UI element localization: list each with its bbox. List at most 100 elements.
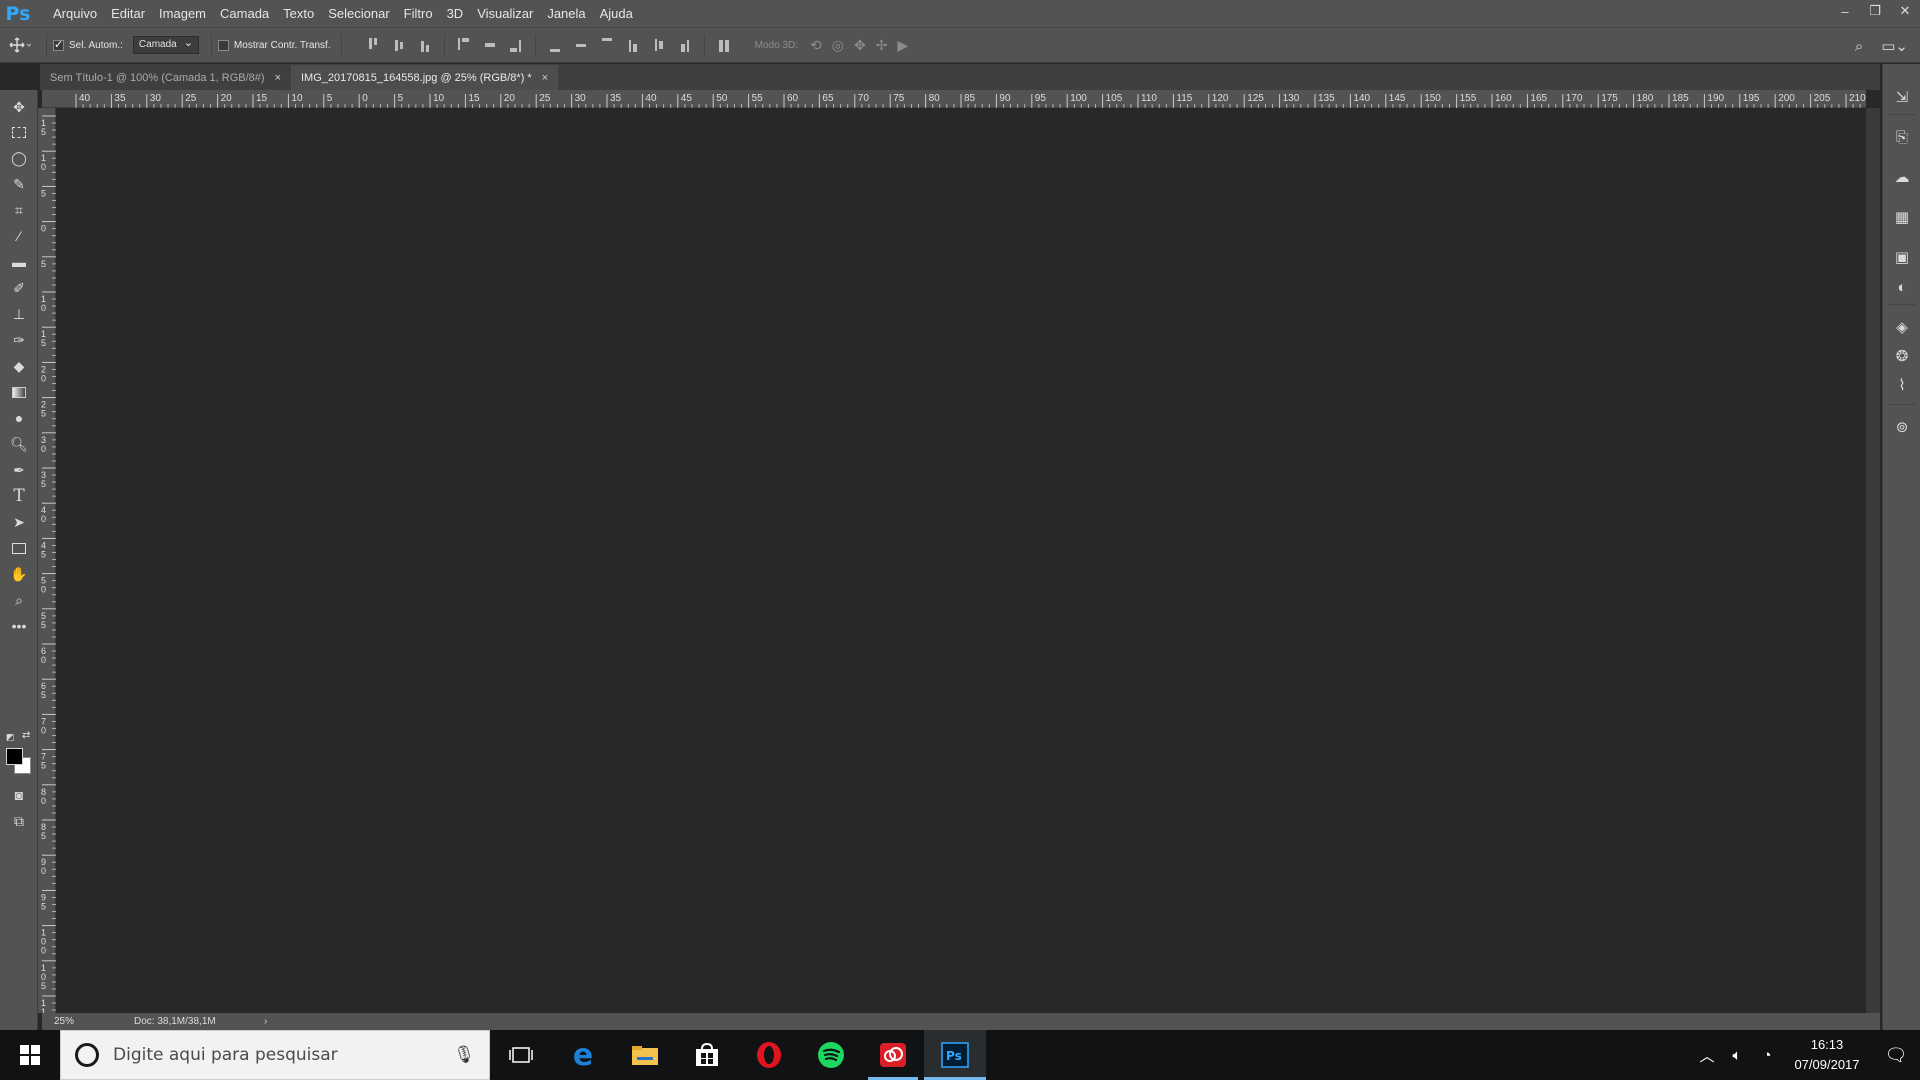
tab-img-20170815[interactable]: IMG_20170815_164558.jpg @ 25% (RGB/8*) *…: [291, 65, 559, 90]
screen-mode-icon[interactable]: ⧉: [7, 810, 31, 832]
distribute-top-icon[interactable]: [548, 38, 562, 52]
distribute-right-icon[interactable]: [678, 38, 692, 52]
align-top-icon[interactable]: [366, 38, 380, 52]
more-tools-icon[interactable]: •••: [7, 615, 31, 637]
action-center-icon[interactable]: 🗨︎: [1872, 1045, 1920, 1066]
scale-3d-icon[interactable]: ▶: [897, 37, 908, 54]
distribute-bottom-icon[interactable]: [600, 38, 614, 52]
menu-filtro[interactable]: Filtro: [397, 0, 440, 27]
roll-3d-icon[interactable]: ◎: [832, 37, 844, 54]
tab-close-icon[interactable]: ×: [275, 72, 281, 84]
channels-panel-icon[interactable]: ❂: [1891, 345, 1913, 367]
canvas-scrollbar[interactable]: [1866, 108, 1880, 1013]
align-left-icon[interactable]: [457, 38, 471, 52]
properties-panel-icon[interactable]: ⎘: [1891, 126, 1913, 148]
path-selection-tool-icon[interactable]: ➤: [7, 511, 31, 533]
clock[interactable]: 16:13 07/09/2017: [1782, 1035, 1872, 1075]
status-menu-arrow[interactable]: ›: [264, 1016, 267, 1027]
eraser-tool-icon[interactable]: ◆: [7, 355, 31, 377]
align-bottom-icon[interactable]: [418, 38, 432, 52]
type-tool-icon[interactable]: T: [7, 485, 31, 507]
rectangle-tool-icon[interactable]: [7, 537, 31, 559]
menu-janela[interactable]: Janela: [540, 0, 592, 27]
align-right-icon[interactable]: [509, 38, 523, 52]
menu-visualizar[interactable]: Visualizar: [470, 0, 540, 27]
auto-select-target-dropdown[interactable]: Camada: [132, 36, 199, 54]
swap-colors-icon[interactable]: ⇄: [22, 730, 30, 741]
crop-tool-icon[interactable]: ⌗: [7, 199, 31, 221]
layers-panel-icon[interactable]: ◈: [1891, 316, 1913, 338]
taskbar-search-box[interactable]: Digite aqui para pesquisar 🎙︎: [60, 1030, 490, 1080]
creative-cloud-panel-icon[interactable]: ⊚: [1891, 416, 1913, 438]
volume-icon[interactable]: 🔈︎: [1722, 1047, 1752, 1064]
slide-3d-icon[interactable]: ✢: [876, 37, 888, 54]
history-brush-tool-icon[interactable]: ✑: [7, 329, 31, 351]
pen-tool-icon[interactable]: ✒: [7, 459, 31, 481]
eyedropper-tool-icon[interactable]: ⁄: [7, 225, 31, 247]
healing-brush-tool-icon[interactable]: ▬: [7, 251, 31, 273]
menu-texto[interactable]: Texto: [276, 0, 321, 27]
auto-align-layers-icon[interactable]: [717, 38, 731, 52]
document-canvas[interactable]: [57, 108, 1865, 1013]
libraries-panel-icon[interactable]: ▣: [1891, 246, 1913, 268]
zoom-level[interactable]: 25%: [42, 1016, 102, 1027]
menu-camada[interactable]: Camada: [213, 0, 276, 27]
restore-button[interactable]: ❐: [1860, 0, 1890, 22]
opera-app[interactable]: [738, 1030, 800, 1080]
align-vcenter-icon[interactable]: [392, 38, 406, 52]
history-panel-icon[interactable]: ⇲: [1891, 86, 1913, 108]
microphone-icon[interactable]: 🎙︎: [453, 1045, 475, 1065]
network-icon[interactable]: ◔: [1752, 1047, 1782, 1064]
menu-ajuda[interactable]: Ajuda: [593, 0, 640, 27]
edge-app[interactable]: e: [552, 1030, 614, 1080]
brush-tool-icon[interactable]: ✐: [7, 277, 31, 299]
pan-3d-icon[interactable]: ✥: [854, 37, 866, 54]
clone-stamp-tool-icon[interactable]: ⊥: [7, 303, 31, 325]
close-button[interactable]: ✕: [1890, 0, 1920, 22]
quick-mask-icon[interactable]: ◙: [7, 784, 31, 806]
task-view-button[interactable]: [490, 1030, 552, 1080]
minimize-button[interactable]: –: [1830, 0, 1860, 22]
photoshop-app[interactable]: Ps: [924, 1030, 986, 1080]
color-panel-icon[interactable]: ◐: [1891, 276, 1913, 298]
menu-imagem[interactable]: Imagem: [152, 0, 213, 27]
marquee-tool-icon[interactable]: [7, 121, 31, 143]
swatches-panel-icon[interactable]: ▦: [1891, 206, 1913, 228]
quick-selection-tool-icon[interactable]: ✎: [7, 173, 31, 195]
show-hidden-icons-icon[interactable]: ︿: [1692, 1045, 1722, 1066]
distribute-hcenter-icon[interactable]: [652, 38, 666, 52]
zoom-tool-icon[interactable]: ⌕: [7, 589, 31, 611]
distribute-vcenter-icon[interactable]: [574, 38, 588, 52]
lasso-tool-icon[interactable]: ◯: [7, 147, 31, 169]
creative-cloud-app[interactable]: [862, 1030, 924, 1080]
store-app[interactable]: [676, 1030, 738, 1080]
align-hcenter-icon[interactable]: [483, 38, 497, 52]
ruler-label: 190: [1707, 93, 1724, 104]
paths-panel-icon[interactable]: ⌇: [1891, 374, 1913, 396]
blur-tool-icon[interactable]: ●: [7, 407, 31, 429]
show-transform-checkbox[interactable]: [217, 39, 229, 51]
start-button[interactable]: [0, 1030, 60, 1080]
workspace-switcher-icon[interactable]: ▭⌄: [1881, 37, 1908, 55]
gradient-tool-icon[interactable]: [7, 381, 31, 403]
dodge-tool-icon[interactable]: 🔍︎: [7, 433, 31, 455]
foreground-color[interactable]: [6, 748, 23, 765]
move-tool-icon[interactable]: ✥: [7, 96, 31, 118]
menu-selecionar[interactable]: Selecionar: [321, 0, 396, 27]
menu-3d[interactable]: 3D: [440, 0, 471, 27]
default-colors-icon[interactable]: ◩: [6, 732, 15, 743]
spotify-app[interactable]: [800, 1030, 862, 1080]
tab-sem-titulo[interactable]: Sem Título-1 @ 100% (Camada 1, RGB/8#) ×: [40, 65, 291, 90]
file-explorer-app[interactable]: [614, 1030, 676, 1080]
menu-arquivo[interactable]: Arquivo: [46, 0, 104, 27]
adjustments-panel-icon[interactable]: ☁: [1891, 166, 1913, 188]
menu-editar[interactable]: Editar: [104, 0, 152, 27]
distribute-left-icon[interactable]: [626, 38, 640, 52]
cortana-icon[interactable]: [75, 1043, 99, 1067]
search-icon[interactable]: ⌕: [1855, 38, 1863, 55]
hand-tool-icon[interactable]: ✋: [7, 563, 31, 585]
auto-select-checkbox[interactable]: [53, 38, 64, 51]
tool-preset-picker[interactable]: [0, 37, 40, 53]
tab-close-icon[interactable]: ×: [542, 72, 548, 84]
orbit-3d-icon[interactable]: ⟲: [810, 37, 822, 54]
